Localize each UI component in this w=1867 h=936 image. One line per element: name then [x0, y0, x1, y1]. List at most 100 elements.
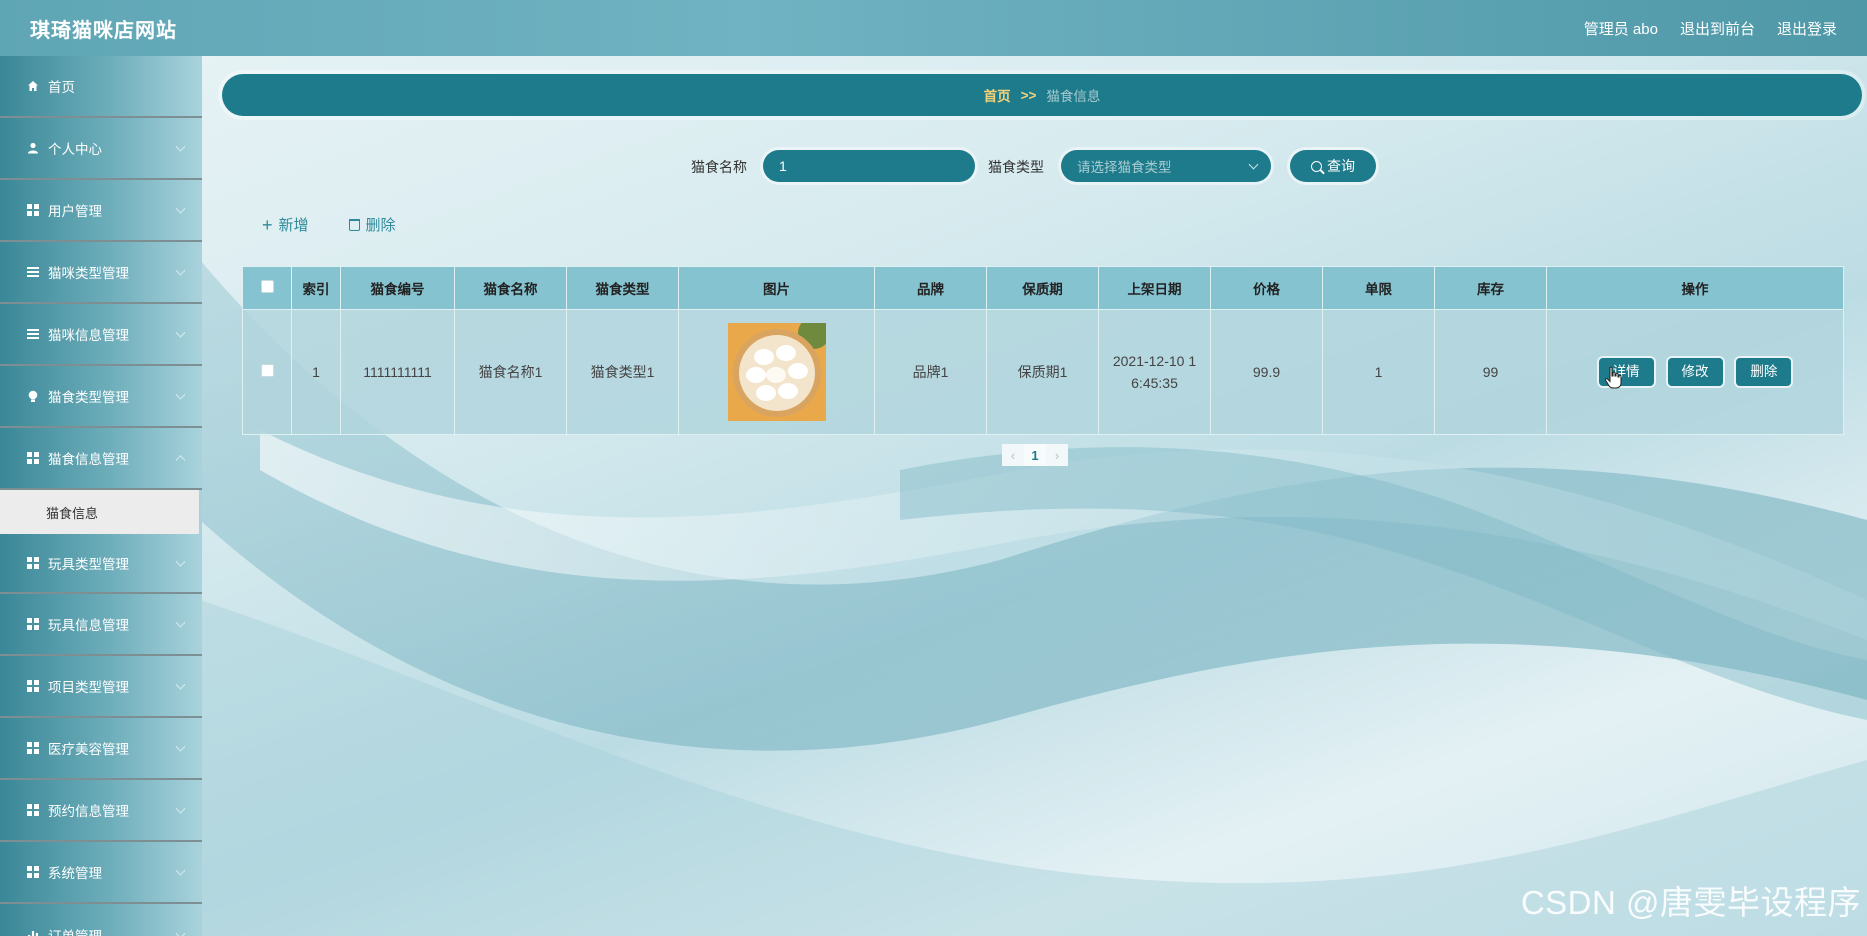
add-button[interactable]: + 新增	[262, 214, 309, 235]
main-content: 首页 >> 猫食信息 猫食名称 猫食类型 请选择猫食类型 查询 + 新增 删除	[202, 56, 1867, 936]
sidebar-item-label: 项目类型管理	[48, 680, 129, 695]
add-button-label: 新增	[278, 217, 309, 234]
column-header: 猫食名称	[454, 266, 567, 310]
cell-shelf-life: 保质期1	[986, 309, 1099, 435]
batch-delete-button[interactable]: 删除	[348, 214, 396, 235]
hand-cursor-icon	[1604, 366, 1622, 389]
chevron-down-icon	[175, 803, 186, 814]
grid-icon	[26, 741, 40, 755]
next-page-button[interactable]: ›	[1046, 444, 1068, 466]
prev-page-button[interactable]: ‹	[1002, 444, 1024, 466]
cell-code: 1111111111	[340, 309, 455, 435]
sidebar-item-food-type-management[interactable]: 猫食类型管理	[0, 366, 202, 428]
list-icon	[26, 265, 40, 279]
pagination: ‹ 1 ›	[1002, 444, 1068, 466]
sidebar-item-label: 猫食信息管理	[48, 452, 129, 467]
sidebar-item-label: 预约信息管理	[48, 804, 129, 819]
food-name-label: 猫食名称	[691, 159, 747, 175]
back-to-front-link[interactable]: 退出到前台	[1680, 18, 1755, 39]
food-name-input[interactable]	[763, 150, 975, 182]
chevron-down-icon	[175, 679, 186, 690]
home-icon	[26, 79, 40, 93]
grid-icon	[26, 617, 40, 631]
date-line-2: 6:45:35	[1131, 375, 1178, 391]
watermark: CSDN @唐雯毕设程序	[1520, 884, 1861, 921]
chevron-down-icon	[175, 389, 186, 400]
edit-button[interactable]: 修改	[1667, 358, 1723, 386]
food-image[interactable]	[727, 323, 826, 421]
sidebar-item-label: 系统管理	[48, 866, 102, 881]
sidebar-item-label: 玩具类型管理	[48, 557, 129, 572]
sidebar-item-project-type-management[interactable]: 项目类型管理	[0, 656, 202, 718]
batch-delete-label: 删除	[365, 217, 396, 234]
chevron-down-icon	[1248, 159, 1259, 170]
food-type-select[interactable]: 请选择猫食类型	[1061, 150, 1271, 182]
logout-link[interactable]: 退出登录	[1777, 18, 1837, 39]
page-number[interactable]: 1	[1024, 444, 1046, 466]
sidebar-item-label: 个人中心	[48, 142, 102, 157]
breadcrumb-separator: >>	[1020, 87, 1037, 103]
sidebar-item-label: 订单管理	[48, 925, 102, 936]
sidebar-item-system-management[interactable]: 系统管理	[0, 842, 202, 904]
chevron-down-icon	[175, 617, 186, 628]
breadcrumb-home[interactable]: 首页	[984, 85, 1011, 105]
cell-image	[678, 309, 875, 435]
grid-icon	[26, 203, 40, 217]
chevron-down-icon	[175, 556, 186, 567]
select-all-cell	[242, 266, 292, 310]
breadcrumb: 首页 >> 猫食信息	[222, 74, 1862, 116]
chevron-down-icon	[175, 141, 186, 152]
sidebar-subitem-food-info[interactable]: 猫食信息	[0, 490, 199, 534]
column-header: 保质期	[986, 266, 1099, 310]
column-header: 猫食类型	[566, 266, 679, 310]
sidebar-item-home[interactable]: 首页	[0, 56, 202, 118]
sidebar-item-label: 医疗美容管理	[48, 742, 129, 757]
chevron-down-icon	[175, 265, 186, 276]
column-header: 品牌	[874, 266, 987, 310]
sidebar-item-appointment-management[interactable]: 预约信息管理	[0, 780, 202, 842]
admin-user-label[interactable]: 管理员 abo	[1584, 18, 1658, 39]
sidebar-item-toy-type-management[interactable]: 玩具类型管理	[0, 534, 202, 594]
sidebar-item-cat-info-management[interactable]: 猫咪信息管理	[0, 304, 202, 366]
sidebar-item-order-management[interactable]: 订单管理	[0, 904, 202, 936]
sidebar-item-label: 猫食类型管理	[48, 390, 129, 405]
sidebar-item-label: 玩具信息管理	[48, 618, 129, 633]
column-header: 操作	[1546, 266, 1844, 310]
cell-actions: 详情 修改 删除	[1546, 309, 1844, 435]
plus-icon: +	[262, 214, 273, 235]
select-all-checkbox[interactable]	[260, 280, 274, 293]
date-line-1: 2021-12-10 1	[1112, 353, 1197, 369]
cell-type: 猫食类型1	[566, 309, 679, 435]
sidebar-item-toy-info-management[interactable]: 玩具信息管理	[0, 594, 202, 656]
chevron-down-icon	[175, 928, 186, 936]
sidebar-item-label: 猫咪信息管理	[48, 328, 129, 343]
column-header: 索引	[291, 266, 341, 310]
sidebar-item-food-info-management[interactable]: 猫食信息管理	[0, 428, 202, 490]
table-header-row: 索引 猫食编号 猫食名称 猫食类型 图片 品牌 保质期 上架日期 价格 单限 库…	[242, 266, 1844, 310]
row-checkbox[interactable]	[260, 364, 274, 377]
grid-icon	[26, 865, 40, 879]
cell-index: 1	[291, 309, 341, 435]
query-button[interactable]: 查询	[1290, 150, 1376, 182]
sidebar-item-label: 猫咪类型管理	[48, 266, 129, 281]
grid-icon	[26, 679, 40, 693]
toolbar: + 新增 删除	[262, 214, 396, 235]
sidebar-item-cat-type-management[interactable]: 猫咪类型管理	[0, 242, 202, 304]
column-header: 图片	[678, 266, 875, 310]
sidebar: 首页 个人中心 用户管理 猫咪类型管理 猫咪信息管理 猫食类型管理 猫食信息管理…	[0, 56, 202, 936]
column-header: 猫食编号	[340, 266, 455, 310]
query-button-label: 查询	[1327, 158, 1355, 174]
sidebar-item-user-management[interactable]: 用户管理	[0, 180, 202, 242]
sidebar-item-personal-center[interactable]: 个人中心	[0, 118, 202, 180]
column-header: 单限	[1322, 266, 1435, 310]
column-header: 价格	[1210, 266, 1323, 310]
sidebar-item-label: 首页	[48, 80, 75, 95]
list-icon	[26, 327, 40, 341]
chevron-down-icon	[175, 327, 186, 338]
delete-button[interactable]: 删除	[1736, 358, 1792, 386]
cell-stock: 99	[1434, 309, 1547, 435]
site-title: 琪琦猫咪店网站	[30, 19, 177, 42]
chart-icon	[26, 928, 40, 936]
sidebar-item-medical-beauty-management[interactable]: 医疗美容管理	[0, 718, 202, 780]
cell-limit: 1	[1322, 309, 1435, 435]
